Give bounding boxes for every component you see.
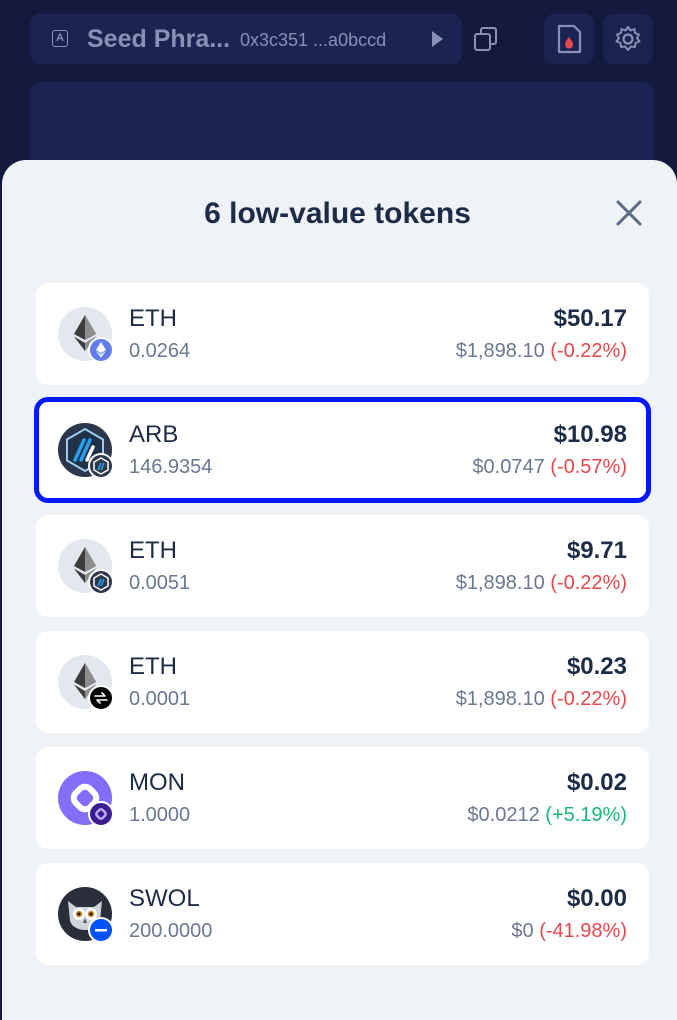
token-icon xyxy=(58,307,114,363)
account-address: 0x3c351 ...a0bccd xyxy=(240,30,387,50)
play-arrow-icon xyxy=(432,31,443,47)
token-symbol: MON xyxy=(129,769,185,796)
token-symbol: ETH xyxy=(129,305,177,332)
token-symbol: ETH xyxy=(129,537,177,564)
token-value: $0.00 xyxy=(566,885,627,912)
account-name: Seed Phra... xyxy=(87,25,231,53)
token-value: $50.17 xyxy=(553,305,627,332)
token-symbol: SWOL xyxy=(129,885,200,912)
token-price: $0 (-41.98%) xyxy=(511,920,627,943)
price-change: (-0.22%) xyxy=(550,688,627,710)
token-price: $0.0212 (+5.19%) xyxy=(467,804,627,827)
token-unit-price: $0.0747 xyxy=(472,456,545,478)
token-value: $0.23 xyxy=(566,653,627,680)
token-price: $0.0747 (-0.57%) xyxy=(472,456,627,479)
token-price: $1,898.10 (-0.22%) xyxy=(456,340,627,363)
base-network-icon xyxy=(88,917,114,943)
token-unit-price: $0 xyxy=(511,920,534,942)
swap-network-icon xyxy=(88,685,114,711)
fuel-document-icon xyxy=(557,24,582,54)
token-price: $1,898.10 (-0.22%) xyxy=(456,572,627,595)
sheet-title: 6 low-value tokens xyxy=(204,197,471,230)
account-type-icon: A xyxy=(52,30,68,47)
token-value: $0.02 xyxy=(566,769,627,796)
price-change: (-41.98%) xyxy=(539,920,627,942)
price-change: (+5.19%) xyxy=(545,804,627,826)
token-symbol: ETH xyxy=(129,653,177,680)
token-amount: 146.9354 xyxy=(129,456,213,478)
settings-button[interactable] xyxy=(603,14,653,64)
token-unit-price: $1,898.10 xyxy=(455,688,545,710)
token-icon xyxy=(58,539,114,595)
token-amount: 1.0000 xyxy=(129,804,191,826)
token-row[interactable]: ETH 0.0051 $9.71 $1,898.10 (-0.22%) xyxy=(36,515,649,617)
gas-fee-button[interactable] xyxy=(544,14,594,64)
wallet-header: A Seed Phra... 0x3c351 ...a0bccd xyxy=(0,0,677,80)
token-icon xyxy=(58,423,114,479)
copy-address-icon[interactable] xyxy=(474,27,497,51)
price-change: (-0.22%) xyxy=(550,572,627,594)
monad-network-icon xyxy=(88,801,114,827)
token-price: $1,898.10 (-0.22%) xyxy=(456,688,627,711)
token-amount: 0.0264 xyxy=(129,340,191,362)
account-selector[interactable]: A Seed Phra... 0x3c351 ...a0bccd xyxy=(30,14,462,64)
price-change: (-0.22%) xyxy=(550,340,627,362)
close-button[interactable] xyxy=(612,196,646,230)
token-row[interactable]: ETH 0.0001 $0.23 $1,898.10 (-0.22%) xyxy=(36,631,649,733)
token-symbol: ARB xyxy=(129,421,179,448)
ethereum-network-icon xyxy=(88,337,114,363)
token-unit-price: $0.0212 xyxy=(467,804,540,826)
gear-icon xyxy=(615,26,641,51)
close-icon xyxy=(616,200,642,226)
token-value: $9.71 xyxy=(566,537,627,564)
token-icon xyxy=(58,771,114,827)
token-unit-price: $1,898.10 xyxy=(455,572,545,594)
token-list: ETH 0.0264 $50.17 $1,898.10 (-0.22%) ARB… xyxy=(34,283,651,979)
token-icon xyxy=(58,887,114,943)
token-row[interactable]: ETH 0.0264 $50.17 $1,898.10 (-0.22%) xyxy=(36,283,649,385)
token-amount: 0.0051 xyxy=(129,572,191,594)
token-icon xyxy=(58,655,114,711)
token-amount: 0.0001 xyxy=(129,688,191,710)
token-value: $10.98 xyxy=(553,421,627,448)
token-row[interactable]: ARB 146.9354 $10.98 $0.0747 (-0.57%) xyxy=(34,397,651,503)
token-row[interactable]: MON 1.0000 $0.02 $0.0212 (+5.19%) xyxy=(36,747,649,849)
arbitrum-network-icon xyxy=(88,569,114,595)
token-row[interactable]: SWOL 200.0000 $0.00 $0 (-41.98%) xyxy=(36,863,649,965)
token-unit-price: $1,898.10 xyxy=(455,340,545,362)
price-change: (-0.57%) xyxy=(550,456,627,478)
arbitrum-network-icon xyxy=(88,453,114,479)
token-amount: 200.0000 xyxy=(129,920,213,942)
